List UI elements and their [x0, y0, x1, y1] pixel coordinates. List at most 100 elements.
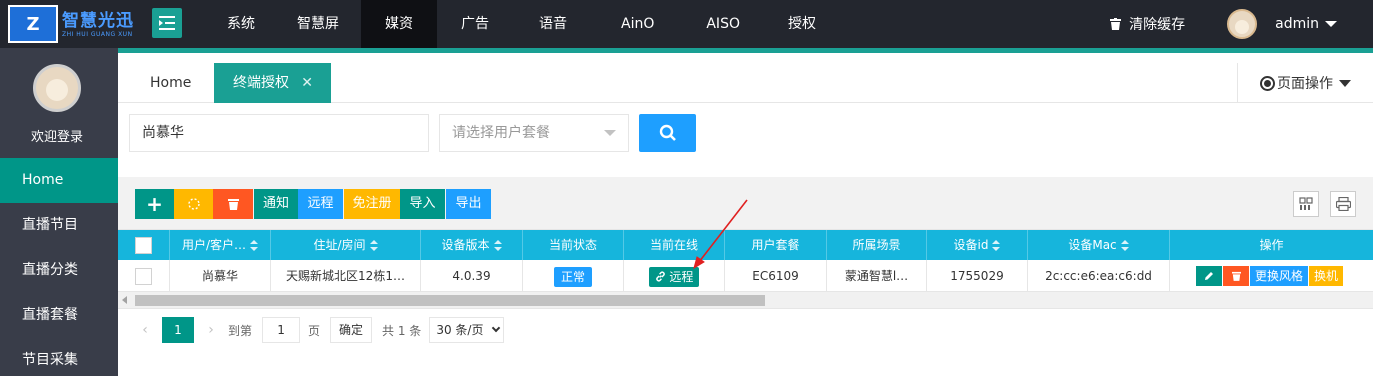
search-bar: 尚慕华 请选择用户套餐 — [118, 103, 1373, 177]
goto-prefix: 到第 — [228, 323, 253, 338]
prev-page-icon[interactable]: ‹ — [134, 322, 156, 338]
nav-item-media[interactable]: 媒资 — [361, 0, 437, 48]
trash-icon — [227, 198, 239, 210]
total-count: 共 1 条 — [382, 323, 422, 338]
cell-device-id: 1755029 — [927, 260, 1028, 292]
sort-icon — [493, 239, 502, 252]
column-header-version[interactable]: 设备版本 — [421, 230, 523, 260]
column-header-user[interactable]: 用户/客户… — [170, 230, 271, 260]
nav-item-aiso[interactable]: AISO — [682, 0, 764, 48]
column-header-status: 当前状态 — [523, 230, 624, 260]
clear-cache-label: 清除缓存 — [1129, 17, 1186, 33]
remote-link-button[interactable]: 远程 — [648, 266, 700, 287]
print-icon — [1335, 197, 1351, 211]
plan-select-placeholder: 请选择用户套餐 — [452, 125, 550, 141]
scroll-left-icon[interactable] — [122, 296, 127, 304]
trash-icon — [1110, 18, 1122, 30]
sidebar-user: 欢迎登录 — [0, 48, 118, 158]
cell-user: 尚慕华 — [170, 260, 271, 292]
close-icon[interactable]: ✕ — [301, 63, 313, 103]
table-row: 尚慕华 天赐新城北区12栋1… 4.0.39 正常 远程 EC6109 蒙通智慧… — [118, 260, 1373, 292]
top-bar: Z 智慧光迅 ZHI HUI GUANG XUN 系统 智慧屏 媒资 广告 语音… — [0, 0, 1373, 48]
sidebar-item-live-packages[interactable]: 直播套餐 — [0, 293, 118, 338]
main-content: Home 终端授权 ✕ 页面操作 尚慕华 请选择用户套餐 + 通知 远程 免注册… — [118, 48, 1373, 376]
row-delete-button[interactable] — [1223, 266, 1249, 286]
menu-toggle-button[interactable] — [152, 8, 182, 38]
table-card: + 通知 远程 免注册 导入 导出 用户/客户… 住址/房间 设备版本 当前状态… — [118, 183, 1373, 376]
cell-actions: 更换风格 换机 — [1170, 260, 1373, 292]
edit-button[interactable] — [1196, 266, 1222, 286]
table-toolbar: + 通知 远程 免注册 导入 导出 — [118, 183, 1373, 230]
page-ops-label: 页面操作 — [1277, 76, 1333, 92]
notify-button[interactable]: 通知 — [254, 189, 298, 219]
sidebar-item-program-collect[interactable]: 节目采集 — [0, 338, 118, 376]
cell-scene: 蒙通智慧l… — [827, 260, 927, 292]
sort-icon — [369, 239, 378, 252]
tab-home[interactable]: Home — [150, 63, 191, 103]
page-size-select[interactable]: 30 条/页 — [429, 317, 505, 343]
goto-confirm-button[interactable]: 确定 — [330, 317, 373, 343]
export-button[interactable]: 导出 — [446, 189, 491, 219]
search-button[interactable] — [639, 114, 696, 152]
add-button[interactable]: + — [135, 189, 174, 219]
column-header-plan: 用户套餐 — [725, 230, 827, 260]
table-header: 用户/客户… 住址/房间 设备版本 当前状态 当前在线 用户套餐 所属场景 设备… — [118, 230, 1373, 260]
page-ops-dropdown[interactable]: 页面操作 — [1237, 63, 1373, 103]
cell-version: 4.0.39 — [421, 260, 523, 292]
horizontal-scrollbar[interactable] — [118, 292, 1373, 309]
sidebar-item-live-programs[interactable]: 直播节目 — [0, 203, 118, 248]
brand-logo: Z 智慧光迅 ZHI HUI GUANG XUN — [0, 0, 145, 48]
plan-select[interactable]: 请选择用户套餐 — [439, 114, 629, 152]
nav-item-system[interactable]: 系统 — [207, 0, 275, 48]
nav-item-ads[interactable]: 广告 — [437, 0, 513, 48]
free-register-button[interactable]: 免注册 — [344, 189, 400, 219]
sidebar-item-live-categories[interactable]: 直播分类 — [0, 248, 118, 293]
nav-item-aino[interactable]: AinO — [593, 0, 682, 48]
goto-page-input[interactable]: 1 — [262, 317, 301, 343]
cell-plan: EC6109 — [725, 260, 827, 292]
select-all-checkbox[interactable] — [135, 237, 152, 254]
clear-cache-button[interactable]: 清除缓存 — [1110, 14, 1185, 34]
next-page-icon[interactable]: › — [200, 322, 222, 338]
sidebar-item-home[interactable]: Home — [0, 158, 118, 203]
swap-device-button[interactable]: 换机 — [1309, 266, 1344, 286]
column-header-online: 当前在线 — [624, 230, 725, 260]
select-all-cell — [118, 230, 170, 260]
caret-down-icon — [1325, 21, 1337, 27]
brand-subtitle: ZHI HUI GUANG XUN — [62, 30, 133, 38]
caret-down-icon — [1339, 79, 1351, 87]
pencil-icon — [1205, 272, 1213, 280]
remote-button[interactable]: 远程 — [298, 189, 343, 219]
import-button[interactable]: 导入 — [400, 189, 445, 219]
tab-label: 终端授权 — [233, 75, 289, 91]
search-icon — [659, 124, 676, 141]
page-current[interactable]: 1 — [162, 317, 194, 343]
status-badge: 正常 — [553, 266, 592, 287]
delete-button[interactable] — [213, 189, 253, 219]
columns-icon — [1299, 197, 1313, 210]
print-button[interactable] — [1330, 191, 1356, 217]
brand-name: 智慧光迅 — [62, 10, 134, 31]
tab-terminal-auth[interactable]: 终端授权 ✕ — [214, 63, 331, 103]
scroll-thumb[interactable] — [135, 295, 765, 306]
trash-icon — [1231, 271, 1241, 281]
sort-icon — [992, 239, 1001, 252]
column-header-address[interactable]: 住址/房间 — [271, 230, 421, 260]
username: admin — [1275, 16, 1319, 32]
pagination: ‹ 1 › 到第 1 页 确定 共 1 条 30 条/页 — [118, 309, 1373, 351]
row-checkbox[interactable] — [135, 268, 152, 285]
column-header-device-id[interactable]: 设备id — [927, 230, 1028, 260]
name-search-input[interactable]: 尚慕华 — [129, 114, 429, 152]
column-header-mac[interactable]: 设备Mac — [1028, 230, 1170, 260]
logo-mark-icon: Z — [8, 5, 58, 43]
avatar — [1227, 9, 1258, 39]
user-menu[interactable]: admin — [1227, 9, 1337, 39]
change-style-button[interactable]: 更换风格 — [1250, 266, 1309, 286]
columns-filter-button[interactable] — [1293, 191, 1319, 217]
refresh-button[interactable] — [174, 189, 213, 219]
sort-icon — [250, 239, 259, 252]
nav-item-smart-screen[interactable]: 智慧屏 — [275, 0, 361, 48]
caret-down-icon — [604, 130, 616, 136]
nav-item-voice[interactable]: 语音 — [513, 0, 593, 48]
nav-item-auth[interactable]: 授权 — [764, 0, 840, 48]
